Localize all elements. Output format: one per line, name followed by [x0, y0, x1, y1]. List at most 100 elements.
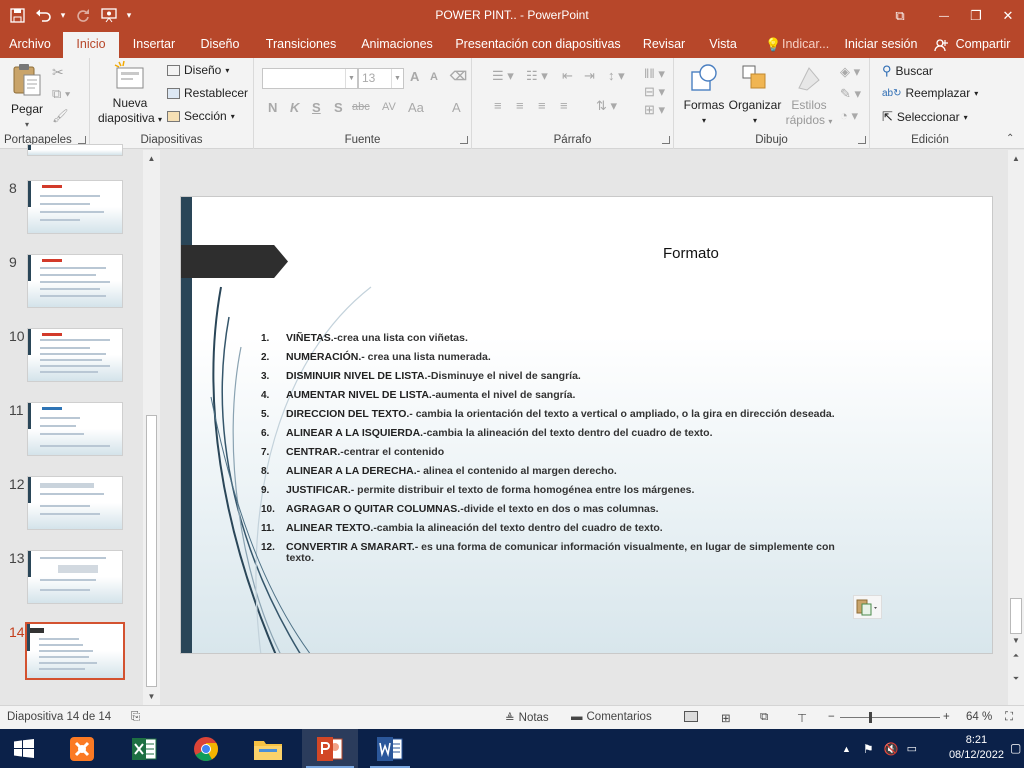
underline-button[interactable]: S: [312, 100, 321, 115]
strikethrough-button[interactable]: abc: [352, 101, 370, 113]
start-presentation-icon[interactable]: [98, 4, 120, 26]
arrange-button[interactable]: Organizar ▾: [728, 62, 782, 128]
text-direction-icon[interactable]: ⇅ ▾: [596, 98, 617, 114]
slideshow-view-icon[interactable]: ⊤: [797, 711, 807, 725]
zoom-slider-thumb[interactable]: [869, 712, 872, 723]
font-color-button[interactable]: A: [452, 100, 461, 115]
reading-view-icon[interactable]: ⧉: [760, 711, 768, 724]
comments-button[interactable]: ▬ Comentarios: [571, 711, 652, 723]
replace-button[interactable]: ab↻ Reemplazar ▾: [882, 86, 978, 100]
clipboard-launcher-icon[interactable]: [78, 136, 86, 144]
spellcheck-icon[interactable]: ⎘: [131, 711, 140, 724]
decrease-indent-icon[interactable]: ⇤: [562, 68, 573, 84]
zoom-in-button[interactable]: +: [943, 711, 950, 723]
thumbnail-scrollbar[interactable]: ▲ ▼: [143, 150, 160, 705]
line-spacing-icon[interactable]: ↕ ▾: [608, 68, 625, 84]
copy-button[interactable]: ⧉ ▾: [52, 86, 70, 102]
tab-revisar[interactable]: Revisar: [636, 32, 692, 58]
tab-insertar[interactable]: Insertar: [124, 32, 184, 58]
section-button[interactable]: Sección ▾: [167, 109, 235, 123]
slide-thumbnail-13[interactable]: [27, 550, 123, 604]
scroll-down-icon[interactable]: ▼: [1010, 635, 1022, 647]
zoom-out-button[interactable]: −: [828, 711, 835, 723]
tab-presentacion[interactable]: Presentación con diapositivas: [449, 32, 627, 58]
paste-button[interactable]: Pegar ▾: [8, 62, 46, 132]
drawing-launcher-icon[interactable]: [858, 136, 866, 144]
shape-fill-icon[interactable]: ◈ ▾: [840, 64, 860, 80]
slide-thumbnail-10[interactable]: [27, 328, 123, 382]
zoom-level[interactable]: 64 %: [966, 711, 992, 723]
scrollbar-thumb[interactable]: [146, 415, 157, 687]
scroll-down-icon[interactable]: ▼: [145, 690, 158, 703]
shape-outline-icon[interactable]: ✎ ▾: [840, 86, 861, 102]
clear-format-icon[interactable]: ⌫: [450, 69, 467, 83]
slide-thumbnail-12[interactable]: [27, 476, 123, 530]
next-slide-icon[interactable]: ⏷: [1010, 673, 1022, 685]
tell-me-box[interactable]: 💡 Indicar...: [762, 32, 834, 58]
sign-in-link[interactable]: Iniciar sesión: [842, 32, 920, 58]
format-painter-button[interactable]: 🖌: [52, 108, 69, 124]
thumbnail-partial[interactable]: [0, 144, 140, 156]
italic-button[interactable]: K: [290, 100, 299, 115]
slide-thumbnail-11[interactable]: [27, 402, 123, 456]
network-flag-icon[interactable]: ⚑: [863, 742, 874, 756]
justify-icon[interactable]: ≡: [560, 98, 568, 113]
system-clock[interactable]: 8:21 08/12/2022: [949, 733, 1004, 763]
scroll-up-icon[interactable]: ▲: [145, 152, 158, 165]
smartart-icon[interactable]: ⊞ ▾: [644, 102, 665, 118]
layout-button[interactable]: Diseño ▾: [167, 63, 229, 77]
undo-dropdown-icon[interactable]: ▾: [58, 4, 68, 26]
paragraph-launcher-icon[interactable]: [662, 136, 670, 144]
volume-muted-icon[interactable]: 🔇: [884, 742, 899, 756]
tab-animaciones[interactable]: Animaciones: [354, 32, 440, 58]
slide-canvas[interactable]: Formato 1. VIÑETAS.-crea una lista con vi…: [180, 196, 993, 654]
align-text-icon[interactable]: ⊟ ▾: [644, 84, 665, 100]
file-explorer-app[interactable]: [244, 729, 292, 768]
bullets-icon[interactable]: ☰ ▾: [492, 68, 514, 84]
tab-archivo[interactable]: Archivo: [0, 32, 60, 58]
show-hidden-icons-icon[interactable]: ▲: [842, 744, 851, 754]
slide-sorter-icon[interactable]: ⊞: [721, 711, 731, 725]
scroll-up-icon[interactable]: ▲: [1010, 153, 1022, 165]
grow-font-button[interactable]: A: [410, 69, 419, 84]
slide-thumbnail-7[interactable]: [27, 144, 123, 156]
undo-icon[interactable]: [32, 4, 54, 26]
notes-button[interactable]: ≜ Notas: [505, 711, 549, 725]
word-app[interactable]: [366, 729, 414, 768]
shrink-font-button[interactable]: A: [430, 71, 438, 83]
columns-icon[interactable]: ‖‖ ▾: [644, 66, 665, 82]
change-case-button[interactable]: Aa: [408, 100, 424, 115]
save-icon[interactable]: [6, 4, 28, 26]
tab-vista[interactable]: Vista: [700, 32, 746, 58]
font-launcher-icon[interactable]: [460, 136, 468, 144]
slide-title[interactable]: Formato: [663, 245, 719, 262]
start-button[interactable]: [0, 729, 48, 768]
notifications-icon[interactable]: ▢: [1010, 729, 1024, 768]
new-slide-button[interactable]: Nueva diapositiva ▾: [94, 60, 166, 127]
slide-content-list[interactable]: 1. VIÑETAS.-crea una lista con viñetas. 2…: [261, 333, 851, 572]
restore-button[interactable]: ❐: [960, 0, 992, 32]
normal-view-icon[interactable]: [684, 711, 698, 722]
tab-transiciones[interactable]: Transiciones: [256, 32, 346, 58]
select-button[interactable]: ⇱ Seleccionar ▾: [882, 109, 968, 125]
bold-button[interactable]: N: [268, 100, 277, 115]
chrome-app[interactable]: [182, 729, 230, 768]
share-button[interactable]: Compartir: [928, 32, 1018, 58]
customize-qat-icon[interactable]: ▾: [124, 4, 134, 26]
scrollbar-thumb[interactable]: [1010, 598, 1022, 634]
tab-diseno[interactable]: Diseño: [192, 32, 248, 58]
slide-thumbnail-9[interactable]: [27, 254, 123, 308]
find-button[interactable]: ⚲ Buscar: [882, 63, 933, 79]
shapes-button[interactable]: Formas ▾: [682, 62, 726, 128]
font-name-combo[interactable]: ▼: [262, 68, 358, 89]
char-spacing-button[interactable]: AV: [382, 101, 396, 113]
paste-options-button[interactable]: [853, 595, 882, 619]
numbering-icon[interactable]: ☷ ▾: [526, 68, 548, 84]
powerpoint-app[interactable]: [302, 729, 358, 768]
language-icon[interactable]: ▭: [907, 742, 917, 755]
font-size-combo[interactable]: 13 ▼: [358, 68, 404, 89]
align-right-icon[interactable]: ≡: [538, 98, 546, 113]
tab-inicio[interactable]: Inicio: [63, 32, 119, 59]
reset-button[interactable]: Restablecer: [167, 86, 248, 100]
increase-indent-icon[interactable]: ⇥: [584, 68, 595, 84]
